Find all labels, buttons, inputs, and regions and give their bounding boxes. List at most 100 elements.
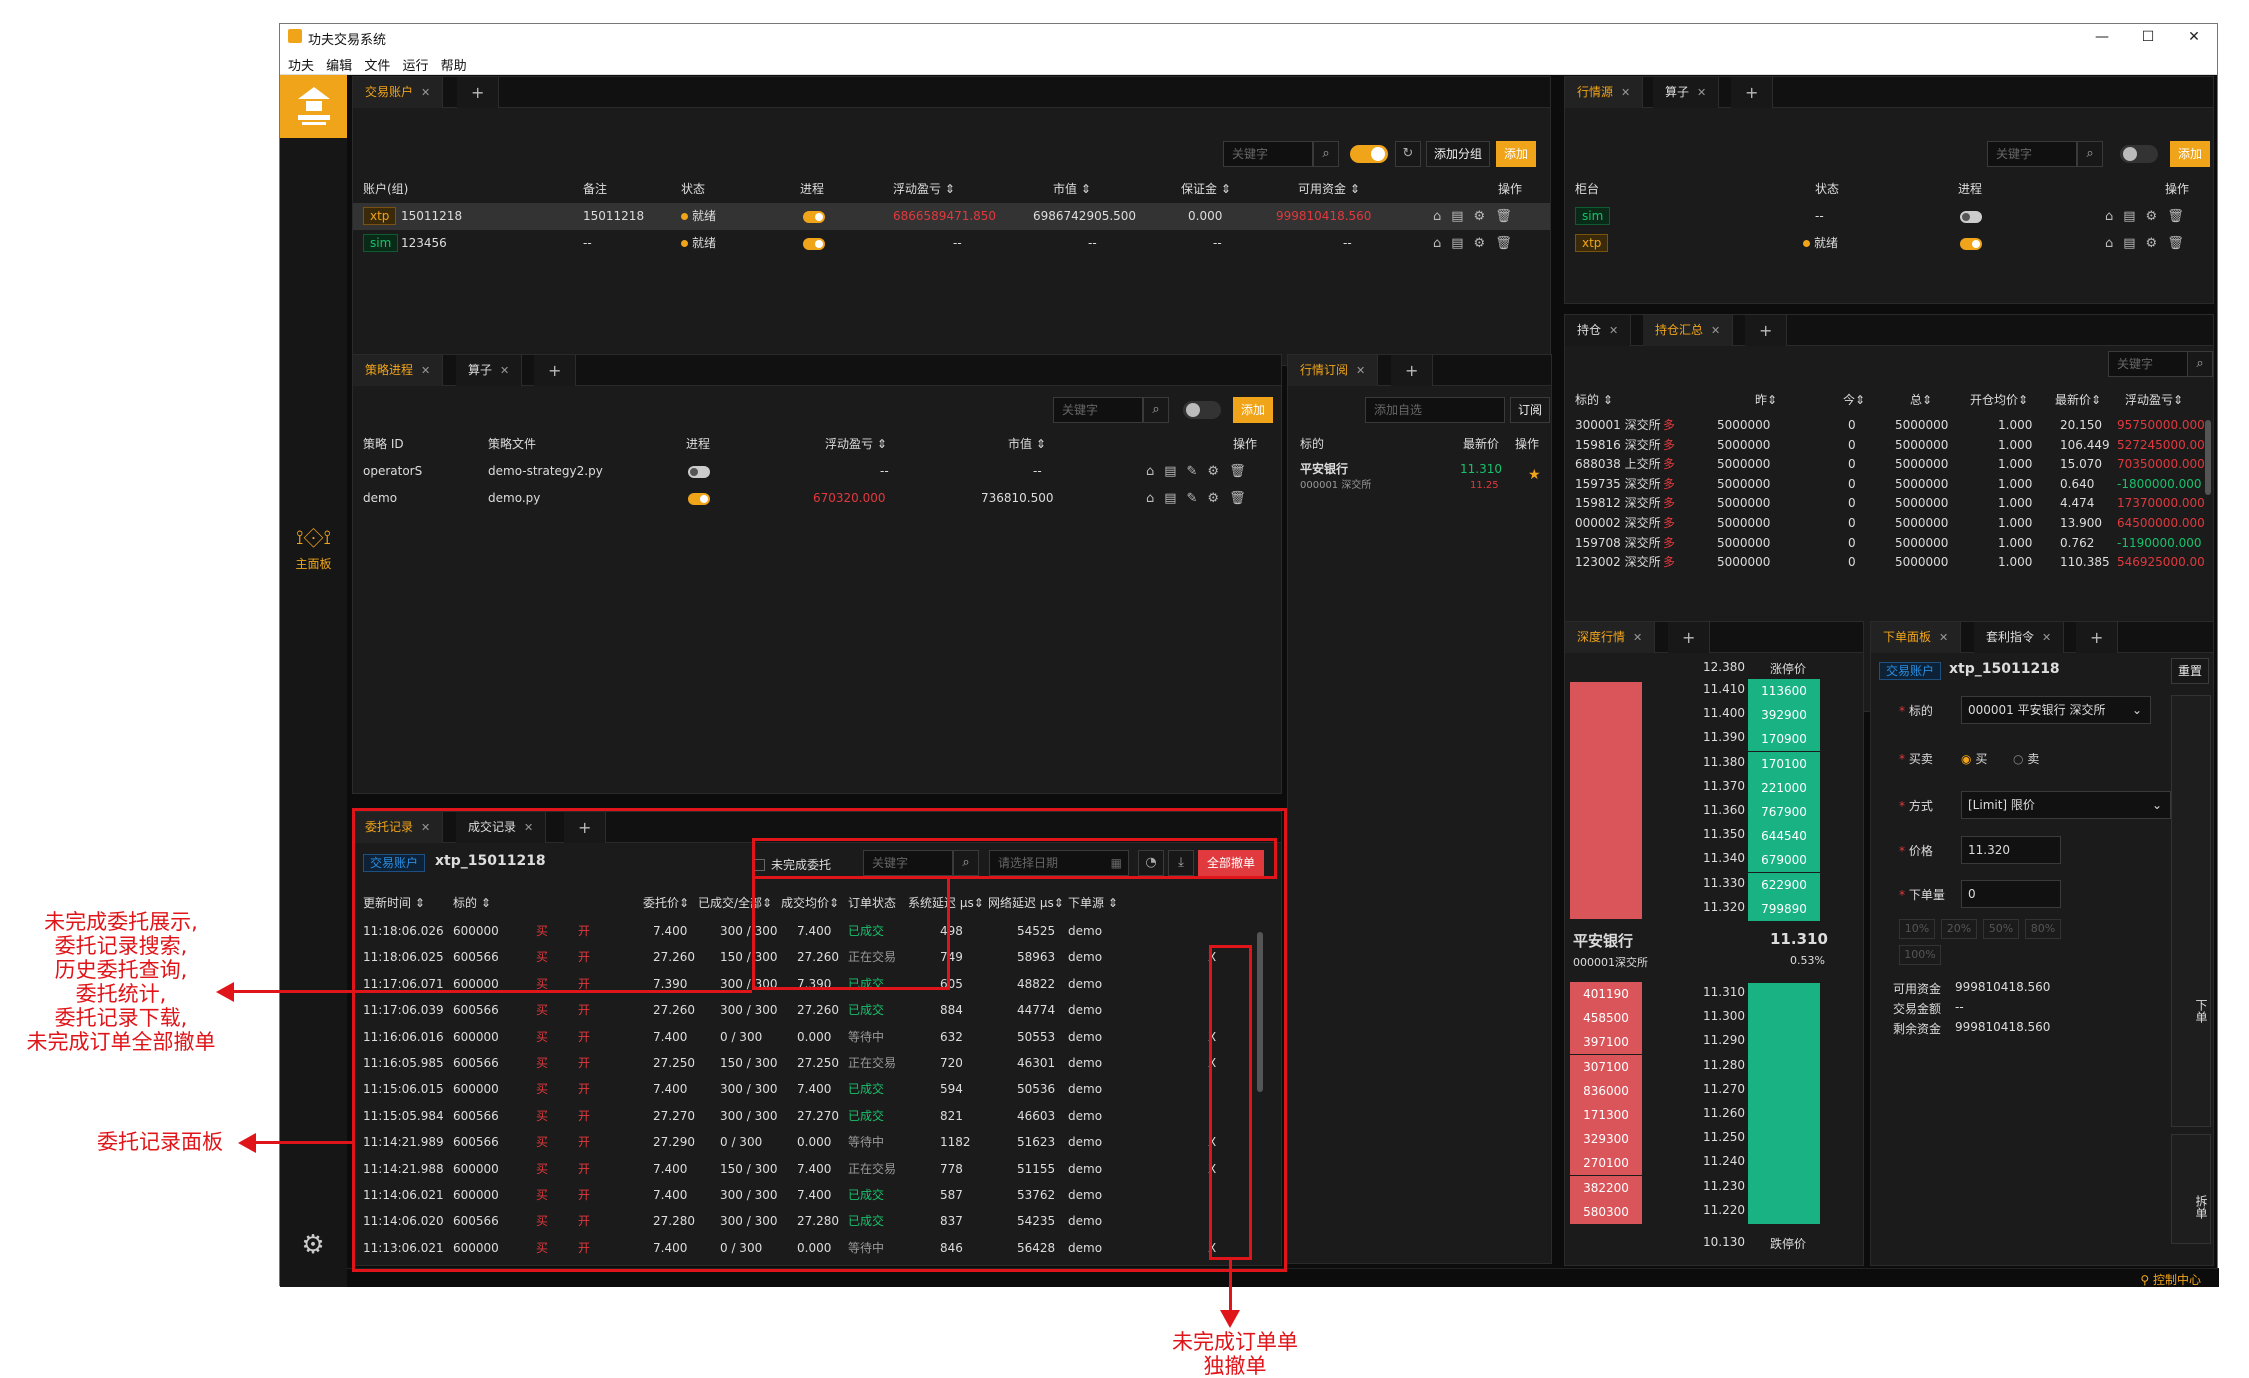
add-source-button[interactable]: 添加	[2170, 141, 2210, 167]
tab-position-summary[interactable]: 持仓汇总 ✕	[1643, 315, 1734, 346]
tab-operators[interactable]: 算子 ✕	[456, 355, 523, 386]
col-instrument[interactable]: 标的 ⇕	[1575, 387, 1613, 414]
close-icon[interactable]: ✕	[421, 86, 430, 99]
col-pnl[interactable]: 浮动盈亏 ⇕	[893, 176, 955, 203]
table-row[interactable]: 159708 深交所多 5000000 0 5000000 1.000 0.762 -119…	[1565, 533, 2205, 553]
table-row[interactable]: 123002 深交所多 5000000 0 5000000 1.000 110.385 54…	[1565, 552, 2205, 572]
method-select[interactable]: [Limit] 限价 ⌄	[1961, 791, 2171, 819]
list-item[interactable]: 平安银行 000001 深交所 11.310 11.25 ★	[1288, 458, 1551, 498]
add-watch-input[interactable]: 添加自选	[1365, 397, 1505, 423]
table-row[interactable]: xtp 15011218 15011218 就绪 6866589471.850 …	[353, 203, 1550, 230]
close-icon[interactable]: ✕	[1697, 86, 1706, 99]
strategies-search-input[interactable]: 关键字	[1053, 397, 1143, 423]
menu-kungfu[interactable]: 功夫	[288, 55, 314, 74]
accounts-toggle[interactable]	[1350, 145, 1388, 163]
row-actions[interactable]: ⌂▤⚙🗑	[2105, 230, 2194, 257]
close-icon[interactable]: ✕	[421, 364, 430, 377]
tab-accounts[interactable]: 交易账户 ✕	[353, 77, 444, 108]
price-input[interactable]: 11.320	[1961, 836, 2061, 864]
add-tab-button[interactable]: +	[1745, 315, 1788, 346]
close-icon[interactable]: ✕	[1621, 86, 1630, 99]
pct-50-button[interactable]: 50%	[1983, 919, 2019, 939]
menu-file[interactable]: 文件	[364, 55, 390, 74]
maximize-button[interactable]: ☐	[2125, 24, 2171, 50]
table-row[interactable]: 688038 上交所多 5000000 0 5000000 1.000 15.070 703…	[1565, 454, 2205, 474]
table-row[interactable]: 159816 深交所多 5000000 0 5000000 1.000 106.449 52…	[1565, 435, 2205, 455]
scrollbar[interactable]	[2205, 420, 2211, 495]
process-toggle[interactable]	[803, 238, 825, 250]
close-icon[interactable]: ✕	[1633, 631, 1642, 644]
add-tab-button[interactable]: +	[534, 355, 577, 386]
close-button[interactable]: ✕	[2171, 24, 2217, 50]
sell-radio[interactable]: ○ 卖	[2013, 750, 2039, 767]
add-tab-button[interactable]: +	[457, 77, 500, 108]
close-icon[interactable]: ✕	[1939, 631, 1948, 644]
table-row[interactable]: 159812 深交所多 5000000 0 5000000 1.000 4.474 1737…	[1565, 493, 2205, 513]
row-actions[interactable]: ⌂▤⚙🗑	[2105, 203, 2194, 230]
search-icon[interactable]: ⌕	[1143, 397, 1169, 423]
add-tab-button[interactable]: +	[1668, 622, 1711, 653]
split-order-button[interactable]: 拆单	[2171, 1134, 2211, 1244]
instrument-select[interactable]: 000001 平安银行 深交所 ⌄	[1961, 696, 2151, 724]
col-yd[interactable]: 昨⇕	[1755, 387, 1777, 414]
add-tab-button[interactable]: +	[2076, 622, 2119, 653]
col-value[interactable]: 市值 ⇕	[1053, 176, 1091, 203]
pct-80-button[interactable]: 80%	[2025, 919, 2061, 939]
close-icon[interactable]: ✕	[500, 364, 509, 377]
close-icon[interactable]: ✕	[1356, 364, 1365, 377]
positions-search-input[interactable]: 关键字	[2108, 351, 2188, 377]
search-icon[interactable]: ⌕	[2077, 141, 2103, 167]
table-row[interactable]: sim -- ⌂▤⚙🗑	[1565, 203, 2213, 230]
table-row[interactable]: 300001 深交所多 5000000 0 5000000 1.000 20.150 957…	[1565, 415, 2205, 435]
table-row[interactable]: sim 123456 -- 就绪 -- -- -- -- ⌂▤⚙🗑	[353, 230, 1550, 257]
sources-toggle[interactable]	[2120, 145, 2158, 163]
process-toggle[interactable]	[1960, 211, 1982, 223]
col-pnl[interactable]: 浮动盈亏 ⇕	[825, 431, 887, 458]
menu-run[interactable]: 运行	[402, 55, 428, 74]
table-row[interactable]: demo demo.py 670320.000 736810.500 ⌂▤✎⚙🗑	[353, 485, 1281, 512]
nav-dashboard[interactable]: ⟟⟐⟟ 主面板	[280, 519, 347, 575]
reset-button[interactable]: 重置	[2171, 658, 2209, 684]
table-row[interactable]: xtp 就绪 ⌂▤⚙🗑	[1565, 230, 2213, 257]
add-group-button[interactable]: 添加分组	[1426, 141, 1490, 167]
row-actions[interactable]: ⌂▤⚙🗑	[1433, 203, 1522, 230]
close-icon[interactable]: ✕	[1609, 324, 1618, 337]
tab-strategies[interactable]: 策略进程 ✕	[353, 355, 444, 386]
col-avg[interactable]: 开仓均价⇕	[1970, 387, 2028, 414]
buy-radio[interactable]: ◉ 买	[1961, 750, 1987, 767]
table-row[interactable]: 000002 深交所多 5000000 0 5000000 1.000 13.900 645…	[1565, 513, 2205, 533]
pct-100-button[interactable]: 100%	[1899, 945, 1941, 965]
control-center-link[interactable]: ⚲ 控制中心	[2140, 1271, 2201, 1288]
process-toggle[interactable]	[688, 466, 710, 478]
col-margin[interactable]: 保证金 ⇕	[1181, 176, 1231, 203]
minimize-button[interactable]: —	[2079, 24, 2125, 50]
accounts-search-input[interactable]: 关键字	[1223, 141, 1313, 167]
add-tab-button[interactable]: +	[1391, 355, 1434, 386]
tab-sources[interactable]: 行情源 ✕	[1565, 77, 1644, 108]
menu-help[interactable]: 帮助	[441, 55, 467, 74]
add-tab-button[interactable]: +	[1731, 77, 1774, 108]
add-account-button[interactable]: 添加	[1496, 141, 1536, 167]
tab-quote-sub[interactable]: 行情订阅 ✕	[1288, 355, 1379, 386]
add-strategy-button[interactable]: 添加	[1233, 397, 1273, 423]
process-toggle[interactable]	[803, 211, 825, 223]
row-actions[interactable]: ⌂▤✎⚙🗑	[1146, 485, 1256, 512]
col-available[interactable]: 可用资金 ⇕	[1298, 176, 1360, 203]
strategies-toggle[interactable]	[1183, 401, 1221, 419]
pct-10-button[interactable]: 10%	[1899, 919, 1935, 939]
close-icon[interactable]: ✕	[1711, 324, 1720, 337]
row-actions[interactable]: ⌂▤⚙🗑	[1433, 230, 1522, 257]
col-last[interactable]: 最新价⇕	[2055, 387, 2101, 414]
tab-arbitrage[interactable]: 套利指令 ✕	[1974, 622, 2065, 653]
row-actions[interactable]: ⌂▤✎⚙🗑	[1146, 458, 1256, 485]
process-toggle[interactable]	[688, 493, 710, 505]
volume-input[interactable]: 0	[1961, 880, 2061, 908]
tab-order-panel[interactable]: 下单面板 ✕	[1871, 622, 1962, 653]
table-row[interactable]: 159735 深交所多 5000000 0 5000000 1.000 0.640 -180…	[1565, 474, 2205, 494]
process-toggle[interactable]	[1960, 238, 1982, 250]
search-icon[interactable]: ⌕	[1313, 141, 1339, 167]
sources-search-input[interactable]: 关键字	[1987, 141, 2077, 167]
col-value[interactable]: 市值 ⇕	[1008, 431, 1046, 458]
close-icon[interactable]: ✕	[2042, 631, 2051, 644]
pct-20-button[interactable]: 20%	[1941, 919, 1977, 939]
